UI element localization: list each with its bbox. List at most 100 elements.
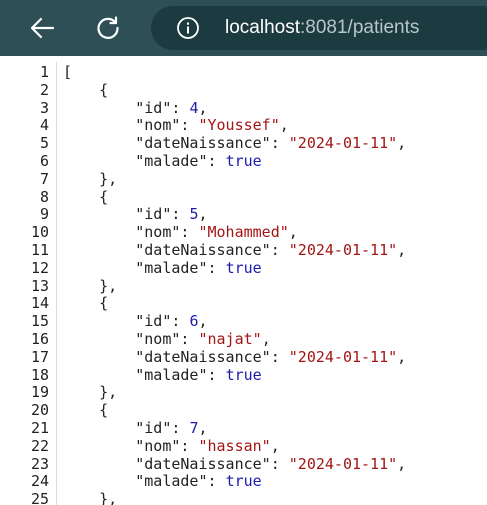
line-content: { [63,294,108,313]
address-bar[interactable]: localhost:8081/patients [151,6,487,50]
value-nom: "Youssef" [198,116,280,135]
line-content: }, [63,169,118,189]
value-nom: "Mohammed" [198,223,289,242]
close-brace: }, [99,490,118,505]
line-content: "nom": "hassan", [135,436,280,455]
code-line: 24 "malade": true [0,472,487,491]
key-date-naissance: "dateNaissance" [135,134,271,153]
line-content: "malade": true [135,472,262,491]
value-date-naissance: "2024-01-11" [288,454,398,473]
line-content: "malade": true [135,152,262,170]
open-brace: { [99,187,109,206]
key-nom: "nom" [135,330,181,348]
code-line: 23 "dateNaissance": "2024-01-11", [0,454,487,474]
line-number: 8 [39,187,49,206]
key-nom: "nom" [135,116,181,135]
key-id: "id" [135,419,172,437]
close-brace: }, [99,383,118,402]
line-number: 7 [39,169,49,188]
line-number: 19 [30,383,49,402]
code-line: 10 "nom": "Mohammed", [0,223,487,242]
key-nom: "nom" [135,223,181,242]
line-content: "malade": true [135,365,262,384]
line-content: "dateNaissance": "2024-01-11", [135,454,407,473]
line-content: "id": 7, [135,419,208,437]
key-nom: "nom" [135,436,181,455]
browser-toolbar: localhost:8081/patients [0,0,487,56]
line-content: "nom": "Mohammed", [135,223,298,242]
line-content: "dateNaissance": "2024-01-11", [135,241,407,259]
code-line: 22 "nom": "hassan", [0,436,487,456]
back-button[interactable] [22,8,62,48]
code-line: 2 { [0,80,487,100]
open-brace: { [99,401,109,420]
code-line: 15 "id": 6, [0,312,487,331]
arrow-left-icon [30,17,55,39]
value-malade: true [225,472,262,491]
value-nom: "hassan" [198,436,271,455]
key-malade: "malade" [135,472,208,491]
key-malade: "malade" [135,365,208,384]
open-brace: { [99,80,109,99]
line-number: 14 [30,294,49,313]
code-line: 19 }, [0,383,487,402]
code-line: 9 "id": 5, [0,205,487,224]
value-malade: true [225,152,262,170]
line-content: [ [63,63,73,82]
code-line: 7 }, [0,169,487,189]
line-number: 17 [30,347,49,366]
open-bracket: [ [63,63,73,81]
code-line: 16 "nom": "najat", [0,330,487,349]
line-number: 2 [39,80,49,99]
line-number: 6 [39,152,49,170]
value-date-naissance: "2024-01-11" [288,347,398,366]
line-content: { [63,401,109,420]
value-malade: true [225,365,262,384]
value-id: 4 [189,98,199,117]
line-number: 3 [39,98,49,117]
line-number: 24 [30,472,49,491]
info-icon[interactable] [176,16,200,40]
line-content: "id": 6, [135,312,208,331]
line-content: }, [63,490,118,505]
line-content: { [63,80,109,100]
line-number: 13 [30,276,49,295]
line-content: "id": 5, [135,205,208,224]
line-content: }, [63,383,118,402]
value-date-naissance: "2024-01-11" [288,134,398,153]
json-viewer[interactable]: 1[2 {3 "id": 4, 4 "nom": "Youssef", 5 "dat… [0,62,487,505]
line-number: 1 [39,63,49,81]
code-line: 11 "dateNaissance": "2024-01-11", [0,241,487,260]
code-line: 8 { [0,187,487,207]
line-number: 9 [39,205,49,224]
line-number: 21 [30,419,49,437]
line-number: 11 [30,241,49,259]
line-number: 23 [30,454,49,473]
code-line: 17 "dateNaissance": "2024-01-11", [0,347,487,367]
line-number: 20 [30,401,49,420]
key-date-naissance: "dateNaissance" [135,454,271,473]
value-nom: "najat" [198,330,262,348]
reload-button[interactable] [88,8,128,48]
line-content: "nom": "najat", [135,330,271,348]
value-id: 5 [189,205,199,224]
close-brace: }, [99,169,118,188]
code-line: 13 }, [0,276,487,296]
line-number: 25 [30,490,49,505]
code-line: 18 "malade": true [0,365,487,385]
key-id: "id" [135,205,172,224]
line-number: 18 [30,365,49,384]
line-number: 15 [30,312,49,331]
url-text[interactable]: localhost:8081/patients [225,15,419,41]
value-id: 7 [189,419,199,437]
line-content: { [63,187,109,207]
line-number: 22 [30,436,49,455]
code-line: 12 "malade": true [0,258,487,278]
code-line: 14 { [0,294,487,313]
line-number: 5 [39,134,49,153]
reload-icon [97,16,119,39]
line-number: 12 [30,258,49,277]
line-number: 16 [30,330,49,348]
url-path: :8081/patients [300,17,420,38]
line-content: "dateNaissance": "2024-01-11", [135,134,407,153]
